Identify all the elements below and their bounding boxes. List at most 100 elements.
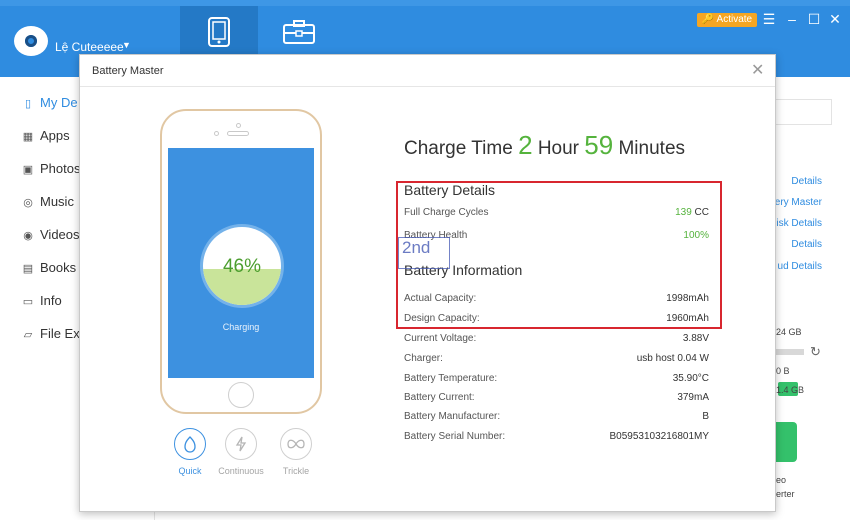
cycles-unit: CC <box>694 207 709 218</box>
music-icon: ◎ <box>23 197 33 209</box>
battery-serial-number-label: Battery Serial Number: <box>404 431 506 442</box>
sidebar-item-photos[interactable]: ▣ Photos <box>22 161 81 179</box>
actual-capacity-value: 1998mAh <box>666 293 709 304</box>
sidebar-item-label: Apps <box>40 128 70 143</box>
tool-label-line-2: erter <box>776 489 795 499</box>
battery-current-value: 379mA <box>677 392 709 403</box>
storage-capacity: 24 GB <box>776 327 802 337</box>
battery-serial-number-value: B05953103216801MY <box>609 431 709 442</box>
battery-health-value: 100% <box>683 230 709 241</box>
minimize-icon[interactable]: – <box>784 11 800 27</box>
mode-continuous[interactable]: Continuous <box>218 428 264 476</box>
apps-icon: ▦ <box>22 131 34 143</box>
device-info-box <box>776 99 832 125</box>
storage-used: 0 B <box>776 366 790 376</box>
charge-time-hour-label: Hour <box>537 138 579 159</box>
toolbox-icon <box>283 20 315 44</box>
details-link-2[interactable]: Details <box>791 239 822 250</box>
mode-quick[interactable]: Quick <box>167 428 213 476</box>
phone-speaker <box>227 131 249 136</box>
watermark-logo: 2nd <box>398 237 450 269</box>
battery-temperature-value: 35.90°C <box>672 373 709 384</box>
battery-manufacturer-value: B <box>702 411 709 422</box>
sidebar-item-file-explorer[interactable]: ▱ File Ex <box>22 326 80 344</box>
storage-free: 1.4 GB <box>776 385 805 395</box>
current-voltage-label: Current Voltage: <box>404 333 477 344</box>
storage-bar <box>776 349 804 355</box>
trickle-charge-icon <box>280 428 312 460</box>
battery-manufacturer-label: Battery Manufacturer: <box>404 411 501 422</box>
dialog-title: Battery Master <box>92 65 164 77</box>
activate-button[interactable]: 🔑 Activate <box>697 13 757 27</box>
cycles-number: 139 <box>675 207 692 218</box>
sidebar-item-my-device[interactable]: ▯ My De <box>22 95 78 113</box>
full-charge-cycles-label: Full Charge Cycles <box>404 207 489 218</box>
phone-illustration: 46% Charging <box>160 109 322 414</box>
details-link[interactable]: Details <box>791 176 822 187</box>
sidebar-item-music[interactable]: ◎ Music <box>22 194 74 212</box>
charge-time-prefix: Charge Time <box>404 138 513 159</box>
phone-screen: 46% Charging <box>168 148 314 378</box>
activate-label: Activate <box>716 14 753 25</box>
books-icon: ▤ <box>22 263 34 275</box>
charge-time: Charge Time 2 Hour 59 Minutes <box>404 130 685 161</box>
battery-master-link[interactable]: ery Master <box>775 197 822 208</box>
battery-level: 46% <box>222 256 262 277</box>
close-icon[interactable]: ✕ <box>827 11 843 27</box>
mode-label: Continuous <box>218 466 264 476</box>
phone-camera <box>236 123 241 128</box>
mode-label: Trickle <box>282 466 310 476</box>
browser-tab-strip <box>0 0 850 6</box>
videos-icon: ◉ <box>23 230 33 242</box>
chevron-down-icon[interactable]: ▼ <box>122 40 131 50</box>
tool-label-line-1: eo <box>776 475 787 485</box>
mode-label: Quick <box>178 466 202 476</box>
maximize-icon[interactable]: ☐ <box>806 11 822 27</box>
close-icon[interactable]: ✕ <box>751 63 764 79</box>
user-name[interactable]: Lệ Cuteeeee <box>55 40 124 54</box>
disk-details-link[interactable]: isk Details <box>776 218 822 229</box>
photos-icon: ▣ <box>22 164 34 176</box>
battery-gauge: 46% <box>200 224 284 308</box>
phone-sensor <box>214 131 219 136</box>
sidebar-item-label: File Ex <box>40 326 80 341</box>
sidebar-item-label: Videos <box>40 227 80 242</box>
dialog-divider <box>80 86 775 87</box>
battery-current-label: Battery Current: <box>404 392 475 403</box>
battery-details-heading: Battery Details <box>404 182 496 198</box>
mode-trickle[interactable]: Trickle <box>273 428 319 476</box>
charge-time-minute-label: Minutes <box>618 138 686 159</box>
quick-charge-icon <box>174 428 206 460</box>
phone-home-button <box>228 382 254 408</box>
sidebar-item-label: Music <box>40 194 74 209</box>
charger-label: Charger: <box>404 353 443 364</box>
charge-time-hours: 2 <box>518 130 533 160</box>
sidebar-item-label: My De <box>40 95 78 110</box>
sidebar-item-info[interactable]: ▭ Info <box>22 293 62 311</box>
battery-master-dialog: Battery Master ✕ 46% Charging Quick Cont… <box>79 54 776 512</box>
cloud-details-link[interactable]: ud Details <box>778 261 822 272</box>
tab-device[interactable] <box>180 6 258 57</box>
info-icon: ▭ <box>22 296 34 308</box>
battery-temperature-label: Battery Temperature: <box>404 373 498 384</box>
app-logo <box>14 26 48 56</box>
current-voltage-value: 3.88V <box>682 333 709 344</box>
design-capacity-label: Design Capacity: <box>404 313 480 324</box>
sidebar-item-label: Photos <box>40 161 81 176</box>
sidebar-item-label: Books <box>40 260 77 275</box>
sidebar-item-label: Info <box>40 293 62 308</box>
continuous-charge-icon <box>225 428 257 460</box>
tablet-icon <box>208 17 230 47</box>
actual-capacity-label: Actual Capacity: <box>404 293 477 304</box>
charger-value: usb host 0.04 W <box>636 353 709 364</box>
sidebar-item-books[interactable]: ▤ Books <box>22 260 76 278</box>
menu-icon[interactable]: ☰ <box>761 11 777 27</box>
refresh-icon[interactable]: ↻ <box>810 344 821 360</box>
design-capacity-value: 1960mAh <box>666 313 709 324</box>
device-icon: ▯ <box>24 98 32 110</box>
tab-toolbox[interactable] <box>262 6 340 57</box>
sidebar-item-videos[interactable]: ◉ Videos <box>22 227 80 245</box>
charge-time-minutes: 59 <box>584 130 614 160</box>
sidebar-item-apps[interactable]: ▦ Apps <box>22 128 70 146</box>
charging-status: Charging <box>222 322 260 332</box>
